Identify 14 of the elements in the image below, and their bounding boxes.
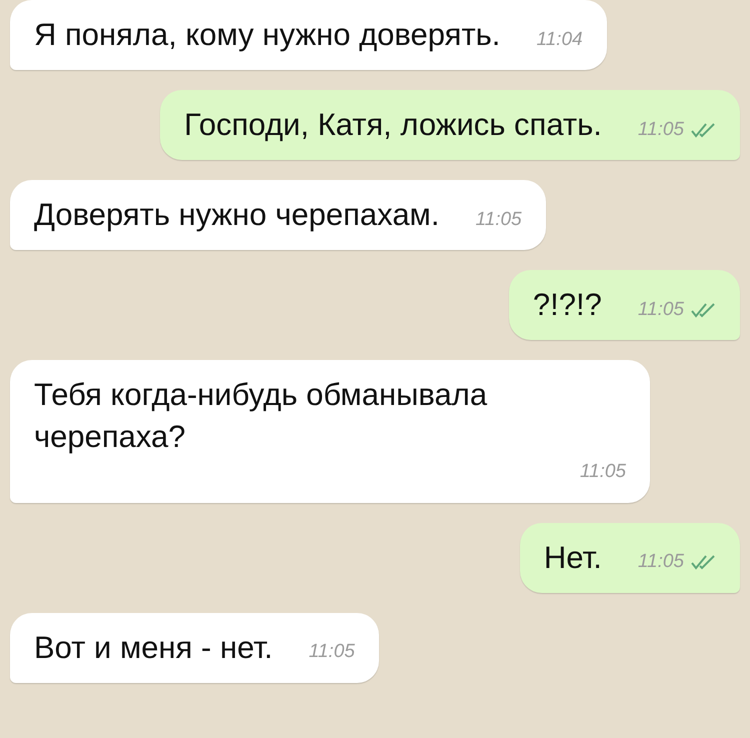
message-text: Я поняла, кому нужно доверять. — [34, 16, 500, 54]
message-text: Вот и меня - нет. — [34, 628, 273, 666]
message-text: Тебя когда-нибудь обманывала черепаха? — [34, 376, 488, 456]
message-time: 11:05 — [638, 298, 684, 322]
message-text: Нет. — [544, 538, 602, 576]
message-time: 11:05 — [638, 550, 684, 574]
message-time: 11:05 — [308, 640, 355, 664]
message-text: Доверять нужно черепахам. — [34, 196, 440, 234]
message-time: 11:04 — [536, 28, 583, 52]
message-time: 11:05 — [638, 118, 684, 142]
message-time: 11:05 — [475, 208, 522, 232]
message-text: Господи, Катя, ложись спать. — [184, 106, 602, 144]
message-time: 11:05 — [580, 460, 626, 484]
message-text: ?!?!? — [532, 286, 602, 324]
